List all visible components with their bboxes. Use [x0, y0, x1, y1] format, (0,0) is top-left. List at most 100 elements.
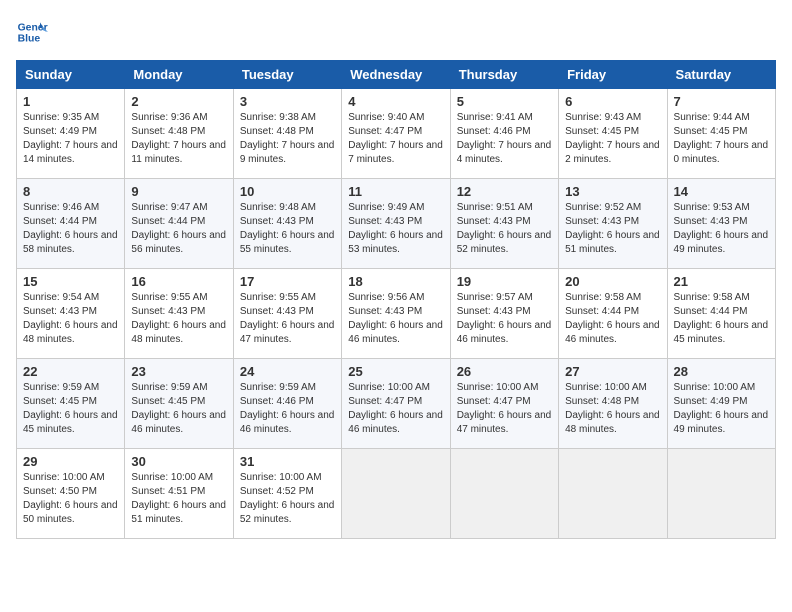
day-number: 2 — [131, 94, 226, 109]
calendar-cell: 26 Sunrise: 10:00 AM Sunset: 4:47 PM Dayl… — [450, 359, 558, 449]
day-number: 29 — [23, 454, 118, 469]
calendar-cell: 12 Sunrise: 9:51 AM Sunset: 4:43 PM Dayli… — [450, 179, 558, 269]
day-info: Sunrise: 10:00 AM Sunset: 4:48 PM Daylig… — [565, 381, 660, 437]
col-header-saturday: Saturday — [667, 61, 775, 89]
day-number: 31 — [240, 454, 335, 469]
day-info: Sunrise: 9:55 AM Sunset: 4:43 PM Dayligh… — [240, 291, 335, 347]
calendar-cell: 2 Sunrise: 9:36 AM Sunset: 4:48 PM Daylig… — [125, 89, 233, 179]
col-header-thursday: Thursday — [450, 61, 558, 89]
day-info: Sunrise: 9:46 AM Sunset: 4:44 PM Dayligh… — [23, 201, 118, 257]
day-number: 20 — [565, 274, 660, 289]
day-number: 14 — [674, 184, 769, 199]
day-number: 6 — [565, 94, 660, 109]
calendar-cell: 3 Sunrise: 9:38 AM Sunset: 4:48 PM Daylig… — [233, 89, 341, 179]
day-info: Sunrise: 9:59 AM Sunset: 4:45 PM Dayligh… — [131, 381, 226, 437]
day-number: 8 — [23, 184, 118, 199]
page-header: General Blue — [16, 16, 776, 48]
calendar-cell — [342, 449, 450, 539]
calendar-cell: 23 Sunrise: 9:59 AM Sunset: 4:45 PM Dayli… — [125, 359, 233, 449]
day-number: 10 — [240, 184, 335, 199]
col-header-wednesday: Wednesday — [342, 61, 450, 89]
day-info: Sunrise: 9:55 AM Sunset: 4:43 PM Dayligh… — [131, 291, 226, 347]
day-info: Sunrise: 10:00 AM Sunset: 4:47 PM Daylig… — [348, 381, 443, 437]
day-info: Sunrise: 9:40 AM Sunset: 4:47 PM Dayligh… — [348, 111, 443, 167]
day-number: 16 — [131, 274, 226, 289]
calendar-cell: 10 Sunrise: 9:48 AM Sunset: 4:43 PM Dayli… — [233, 179, 341, 269]
calendar-cell: 30 Sunrise: 10:00 AM Sunset: 4:51 PM Dayl… — [125, 449, 233, 539]
day-number: 4 — [348, 94, 443, 109]
day-info: Sunrise: 9:58 AM Sunset: 4:44 PM Dayligh… — [565, 291, 660, 347]
calendar-cell: 4 Sunrise: 9:40 AM Sunset: 4:47 PM Daylig… — [342, 89, 450, 179]
day-info: Sunrise: 9:59 AM Sunset: 4:46 PM Dayligh… — [240, 381, 335, 437]
calendar-cell: 7 Sunrise: 9:44 AM Sunset: 4:45 PM Daylig… — [667, 89, 775, 179]
day-info: Sunrise: 10:00 AM Sunset: 4:47 PM Daylig… — [457, 381, 552, 437]
day-info: Sunrise: 9:56 AM Sunset: 4:43 PM Dayligh… — [348, 291, 443, 347]
day-info: Sunrise: 9:44 AM Sunset: 4:45 PM Dayligh… — [674, 111, 769, 167]
day-number: 19 — [457, 274, 552, 289]
calendar-cell — [667, 449, 775, 539]
calendar-cell: 20 Sunrise: 9:58 AM Sunset: 4:44 PM Dayli… — [559, 269, 667, 359]
logo: General Blue — [16, 16, 48, 48]
calendar-cell — [450, 449, 558, 539]
calendar-cell: 21Sunrise: 9:58 AM Sunset: 4:44 PM Dayli… — [667, 269, 775, 359]
day-number: 26 — [457, 364, 552, 379]
day-number: 21 — [674, 274, 769, 289]
svg-text:Blue: Blue — [18, 34, 41, 45]
calendar-cell: 24 Sunrise: 9:59 AM Sunset: 4:46 PM Dayli… — [233, 359, 341, 449]
calendar-cell: 6Sunrise: 9:43 AM Sunset: 4:45 PM Daylig… — [559, 89, 667, 179]
day-number: 7 — [674, 94, 769, 109]
calendar-cell: 18 Sunrise: 9:56 AM Sunset: 4:43 PM Dayli… — [342, 269, 450, 359]
day-info: Sunrise: 9:49 AM Sunset: 4:43 PM Dayligh… — [348, 201, 443, 257]
day-number: 9 — [131, 184, 226, 199]
day-info: Sunrise: 9:57 AM Sunset: 4:43 PM Dayligh… — [457, 291, 552, 347]
day-info: Sunrise: 9:48 AM Sunset: 4:43 PM Dayligh… — [240, 201, 335, 257]
day-number: 28 — [674, 364, 769, 379]
calendar-cell: 14 Sunrise: 9:53 AM Sunset: 4:43 PM Dayli… — [667, 179, 775, 269]
day-number: 17 — [240, 274, 335, 289]
calendar-cell: 16 Sunrise: 9:55 AM Sunset: 4:43 PM Dayli… — [125, 269, 233, 359]
day-number: 23 — [131, 364, 226, 379]
day-number: 27 — [565, 364, 660, 379]
day-info: Sunrise: 10:00 AM Sunset: 4:49 PM Daylig… — [674, 381, 769, 437]
calendar-cell: 27 Sunrise: 10:00 AM Sunset: 4:48 PM Dayl… — [559, 359, 667, 449]
calendar-cell: 11 Sunrise: 9:49 AM Sunset: 4:43 PM Dayli… — [342, 179, 450, 269]
calendar-cell: 9 Sunrise: 9:47 AM Sunset: 4:44 PM Daylig… — [125, 179, 233, 269]
day-number: 11 — [348, 184, 443, 199]
calendar-cell: 25 Sunrise: 10:00 AM Sunset: 4:47 PM Dayl… — [342, 359, 450, 449]
calendar-cell — [559, 449, 667, 539]
calendar-cell: 17 Sunrise: 9:55 AM Sunset: 4:43 PM Dayli… — [233, 269, 341, 359]
calendar-cell: 15Sunrise: 9:54 AM Sunset: 4:43 PM Dayli… — [17, 269, 125, 359]
day-info: Sunrise: 9:47 AM Sunset: 4:44 PM Dayligh… — [131, 201, 226, 257]
calendar-cell: 22 Sunrise: 9:59 AM Sunset: 4:45 PM Dayli… — [17, 359, 125, 449]
logo-icon: General Blue — [16, 16, 48, 48]
day-info: Sunrise: 9:59 AM Sunset: 4:45 PM Dayligh… — [23, 381, 118, 437]
day-info: Sunrise: 10:00 AM Sunset: 4:51 PM Daylig… — [131, 471, 226, 527]
day-info: Sunrise: 9:36 AM Sunset: 4:48 PM Dayligh… — [131, 111, 226, 167]
day-number: 18 — [348, 274, 443, 289]
day-number: 22 — [23, 364, 118, 379]
calendar-cell: 28 Sunrise: 10:00 AM Sunset: 4:49 PM Dayl… — [667, 359, 775, 449]
calendar-cell: 29 Sunrise: 10:00 AM Sunset: 4:50 PM Dayl… — [17, 449, 125, 539]
calendar-cell: 19 Sunrise: 9:57 AM Sunset: 4:43 PM Dayli… — [450, 269, 558, 359]
day-info: Sunrise: 9:41 AM Sunset: 4:46 PM Dayligh… — [457, 111, 552, 167]
day-number: 3 — [240, 94, 335, 109]
day-number: 5 — [457, 94, 552, 109]
day-info: Sunrise: 10:00 AM Sunset: 4:52 PM Daylig… — [240, 471, 335, 527]
calendar-cell: 1Sunrise: 9:35 AM Sunset: 4:49 PM Daylig… — [17, 89, 125, 179]
day-info: Sunrise: 9:35 AM Sunset: 4:49 PM Dayligh… — [23, 111, 118, 167]
day-info: Sunrise: 10:00 AM Sunset: 4:50 PM Daylig… — [23, 471, 118, 527]
day-info: Sunrise: 9:54 AM Sunset: 4:43 PM Dayligh… — [23, 291, 118, 347]
day-number: 24 — [240, 364, 335, 379]
day-number: 12 — [457, 184, 552, 199]
day-info: Sunrise: 9:53 AM Sunset: 4:43 PM Dayligh… — [674, 201, 769, 257]
day-info: Sunrise: 9:51 AM Sunset: 4:43 PM Dayligh… — [457, 201, 552, 257]
calendar-cell: 5 Sunrise: 9:41 AM Sunset: 4:46 PM Daylig… — [450, 89, 558, 179]
calendar-cell: 8 Sunrise: 9:46 AM Sunset: 4:44 PM Daylig… — [17, 179, 125, 269]
col-header-friday: Friday — [559, 61, 667, 89]
day-number: 25 — [348, 364, 443, 379]
calendar-cell: 13Sunrise: 9:52 AM Sunset: 4:43 PM Dayli… — [559, 179, 667, 269]
day-info: Sunrise: 9:38 AM Sunset: 4:48 PM Dayligh… — [240, 111, 335, 167]
col-header-sunday: Sunday — [17, 61, 125, 89]
day-number: 13 — [565, 184, 660, 199]
day-number: 30 — [131, 454, 226, 469]
